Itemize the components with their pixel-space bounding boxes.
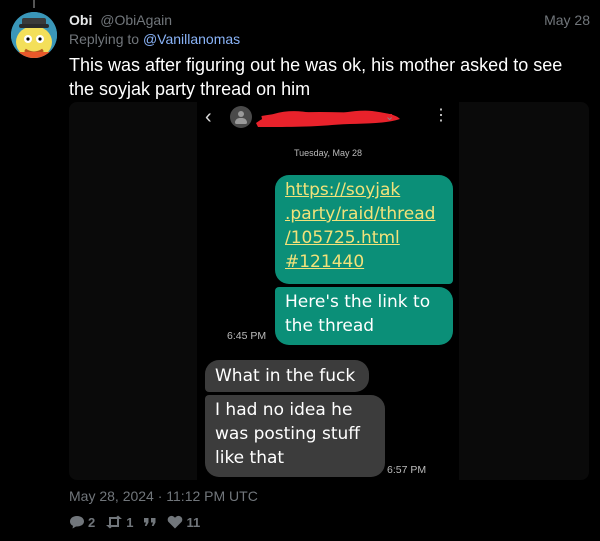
contact-avatar-icon (230, 106, 252, 128)
post-text: This was after figuring out he was ok, h… (69, 55, 563, 99)
reply-stat[interactable]: 2 (69, 515, 95, 530)
phone-screen: ‹ ⌄ ⋮ Tuesday, May 28 https://soyjak .pa… (197, 102, 459, 480)
avatar-image (11, 12, 57, 58)
chevron-down-icon: ⌄ (385, 111, 395, 123)
replying-prefix: Replying to (69, 31, 140, 47)
like-stat[interactable]: 11 (167, 515, 200, 530)
outgoing-link-bubble: https://soyjak .party/raid/thread /10572… (275, 175, 453, 284)
reply-mention-link[interactable]: @Vanillanomas (143, 31, 240, 47)
thread-line (33, 0, 35, 8)
author-handle[interactable]: @ObiAgain (100, 12, 172, 28)
link-line: /105725.html (285, 228, 400, 248)
reply-icon (70, 516, 84, 529)
post-date[interactable]: May 28 (544, 12, 590, 28)
like-count: 11 (186, 514, 201, 530)
reply-count: 2 (88, 514, 96, 530)
replying-to: Replying to @Vanillanomas (69, 31, 240, 47)
redaction-scribble (256, 110, 400, 127)
back-arrow-icon: ‹ (205, 106, 212, 128)
author-name[interactable]: Obi (69, 12, 92, 28)
quote-icon (144, 518, 156, 526)
more-options-icon: ⋮ (433, 107, 449, 124)
post-stats: 2 1 11 (69, 513, 200, 531)
post-header: Obi @ObiAgain May 28 (69, 12, 590, 30)
repost-count: 1 (126, 514, 134, 530)
link-line: https://soyjak (285, 180, 401, 200)
link-line: #121440 (285, 252, 365, 272)
link-line: .party/raid/thread (285, 204, 436, 224)
repost-stat[interactable]: 1 (105, 515, 133, 530)
repost-icon (106, 515, 123, 529)
outgoing-timestamp: 6:45 PM (227, 330, 267, 342)
day-separator: Tuesday, May 28 (293, 148, 363, 158)
post-timestamp[interactable]: May 28, 2024 · 11:12 PM UTC (69, 488, 258, 504)
incoming-message-bubble: I had no idea he was posting stuff like … (205, 395, 385, 477)
incoming-message-bubble: What in the fuck (205, 360, 369, 392)
incoming-timestamp: 6:57 PM (387, 464, 427, 476)
heart-icon (168, 515, 183, 529)
attached-screenshot[interactable]: ‹ ⌄ ⋮ Tuesday, May 28 https://soyjak .pa… (69, 102, 589, 480)
avatar[interactable] (11, 12, 57, 58)
outgoing-message-bubble: Here's the link to the thread (275, 287, 453, 345)
quote-stat[interactable] (143, 516, 157, 528)
